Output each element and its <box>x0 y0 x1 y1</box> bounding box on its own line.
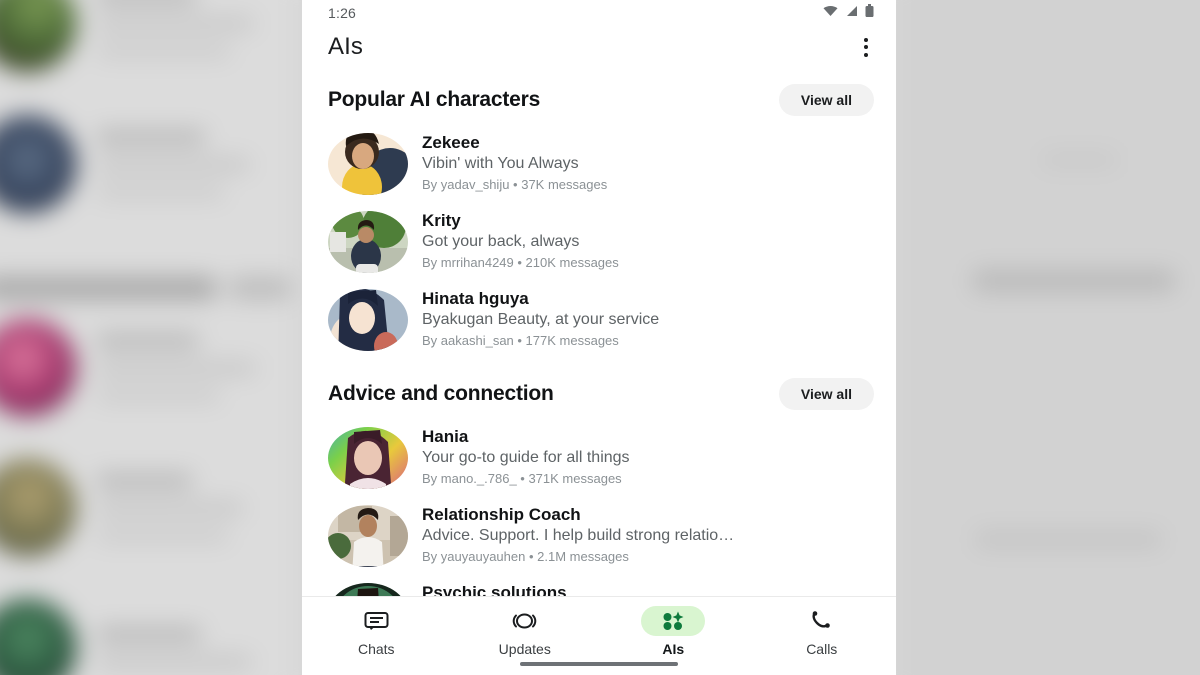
nav-label: Updates <box>498 641 551 657</box>
character-tagline: Vibin' with You Always <box>422 155 579 173</box>
battery-icon <box>865 4 874 22</box>
background-section-band <box>0 276 217 300</box>
character-meta: By yauyauyauhen • 2.1M messages <box>422 549 629 565</box>
character-tagline: Advice. Support. I help build strong rel… <box>422 527 735 545</box>
character-tagline: Byakugan Beauty, at your service <box>422 311 660 329</box>
background-right-band <box>975 530 1162 548</box>
character-tagline: Your go-to guide for all things <box>422 449 630 467</box>
avatar <box>328 211 408 273</box>
phone-handset-icon <box>790 606 854 636</box>
character-name: Zekeee <box>422 133 480 152</box>
kebab-menu-icon[interactable] <box>858 33 874 62</box>
nav-item-ais[interactable]: AIs <box>599 606 748 657</box>
avatar <box>328 427 408 489</box>
section-header: Popular AI characters View all <box>302 68 896 128</box>
row-text: Hania Your go-to guide for all things By… <box>422 425 876 486</box>
background-section-band <box>229 276 291 300</box>
character-name: Krity <box>422 211 461 230</box>
background-text-lines <box>95 333 257 403</box>
status-bar: 1:26 <box>302 0 896 26</box>
ai-character-row[interactable]: Hania Your go-to guide for all things By… <box>302 422 896 500</box>
view-all-button[interactable]: View all <box>778 378 874 410</box>
page-title: AIs <box>328 33 363 60</box>
phone-screen: 1:26 AIs Popular AI characters View all … <box>302 0 896 675</box>
row-text: Hinata hguya Byakugan Beauty, at your se… <box>422 287 876 348</box>
section-header: Advice and connection View all <box>302 362 896 422</box>
wifi-icon <box>823 4 838 22</box>
nav-label: AIs <box>662 641 685 657</box>
ai-character-row[interactable]: Hinata hguya Byakugan Beauty, at your se… <box>302 284 896 362</box>
background-avatar <box>0 0 77 72</box>
background-right-band <box>1040 152 1118 168</box>
status-clock: 1:26 <box>328 5 357 21</box>
character-meta: By mano._.786_ • 371K messages <box>422 471 622 487</box>
background-right-column <box>896 0 1200 675</box>
section-title: Popular AI characters <box>328 88 541 111</box>
ai-list-content: Popular AI characters View all Zekeee Vi… <box>302 68 896 675</box>
character-name: Hinata hguya <box>422 289 529 308</box>
view-all-button[interactable]: View all <box>778 84 874 116</box>
cellular-signal-icon <box>845 4 858 22</box>
ai-character-row[interactable]: Relationship Coach Advice. Support. I he… <box>302 500 896 578</box>
row-text: Zekeee Vibin' with You Always By yadav_s… <box>422 131 876 192</box>
character-meta: By mrrihan4249 • 210K messages <box>422 255 619 271</box>
character-meta: By yadav_shiju • 37K messages <box>422 177 608 193</box>
character-meta: By aakashi_san • 177K messages <box>422 333 619 349</box>
background-avatar <box>0 115 77 213</box>
character-name: Hania <box>422 427 469 446</box>
background-avatar <box>0 458 77 557</box>
avatar <box>328 289 408 351</box>
ai-sparkle-dots-icon <box>641 606 706 636</box>
character-tagline: Got your back, always <box>422 233 580 251</box>
background-avatar <box>0 598 77 675</box>
background-text-lines <box>95 129 251 199</box>
background-avatar <box>0 318 77 417</box>
home-indicator[interactable] <box>520 662 678 666</box>
ai-character-row[interactable]: Zekeee Vibin' with You Always By yadav_s… <box>302 128 896 206</box>
character-name: Relationship Coach <box>422 505 581 524</box>
row-text: Krity Got your back, always By mrrihan42… <box>422 209 876 270</box>
nav-label: Calls <box>806 641 838 657</box>
app-bar: AIs <box>302 26 896 68</box>
section-title: Advice and connection <box>328 382 554 405</box>
row-text: Relationship Coach Advice. Support. I he… <box>422 503 876 564</box>
nav-item-updates[interactable]: Updates <box>451 606 600 657</box>
avatar <box>328 133 408 195</box>
nav-item-calls[interactable]: Calls <box>748 606 897 657</box>
nav-item-chats[interactable]: Chats <box>302 606 451 657</box>
screenshot-root: 1:26 AIs Popular AI characters View all … <box>0 0 1200 675</box>
background-text-lines <box>95 0 255 58</box>
nav-label: Chats <box>357 641 395 657</box>
background-text-lines <box>95 473 244 543</box>
status-system-icons <box>823 4 874 22</box>
background-text-lines <box>95 626 253 669</box>
background-right-band <box>973 270 1175 292</box>
chat-bubble-icon <box>344 606 408 636</box>
status-ring-icon <box>493 606 557 636</box>
ai-character-row[interactable]: Krity Got your back, always By mrrihan42… <box>302 206 896 284</box>
avatar <box>328 505 408 567</box>
